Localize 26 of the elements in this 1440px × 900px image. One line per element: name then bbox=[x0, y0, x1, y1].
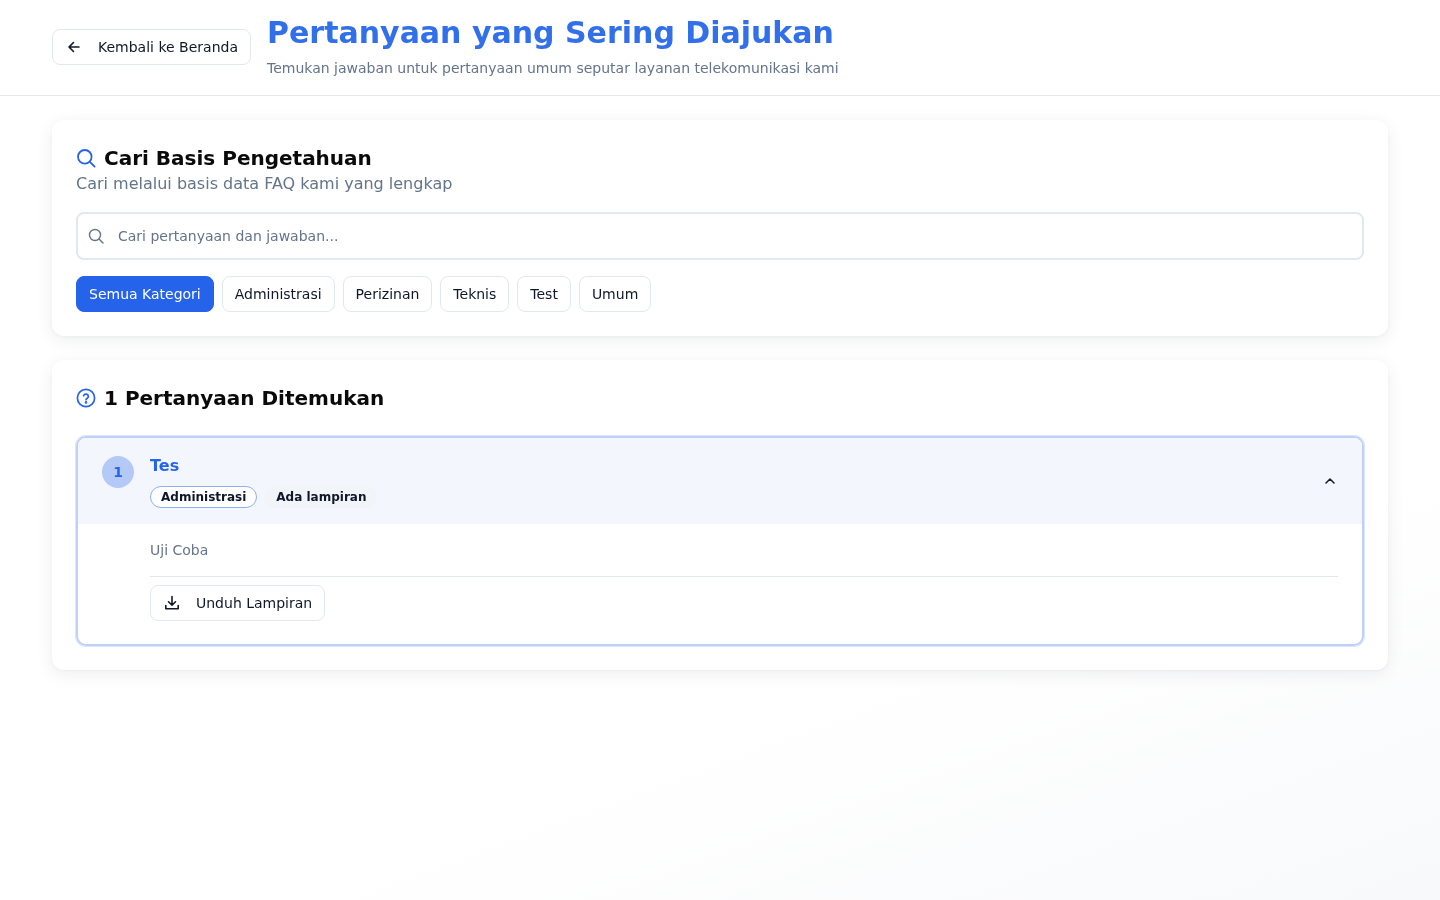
category-chip[interactable]: Teknis bbox=[440, 276, 510, 312]
download-button[interactable]: Unduh Lampiran bbox=[150, 585, 326, 621]
help-circle-icon bbox=[76, 388, 96, 408]
answer-text: Uji Coba bbox=[150, 541, 210, 560]
arrow-left-icon bbox=[66, 39, 82, 55]
question-title: Tes bbox=[150, 455, 180, 477]
chevron-up-icon[interactable] bbox=[1325, 478, 1335, 484]
search-field[interactable]: Cari pertanyaan dan jawaban... bbox=[76, 212, 1364, 260]
results-heading: 1 Pertanyaan Ditemukan bbox=[104, 385, 385, 412]
search-icon bbox=[76, 148, 96, 168]
back-button[interactable]: Kembali ke Beranda bbox=[52, 29, 251, 65]
page-subtitle: Temukan jawaban untuk pertanyaan umum seputar layanan telekomunikasi kami bbox=[267, 59, 839, 78]
category-chip[interactable]: Administrasi bbox=[221, 276, 335, 312]
category-chip[interactable]: Test bbox=[517, 276, 571, 312]
attachment-tag: Ada lampiran bbox=[265, 486, 378, 508]
category-chip[interactable]: Umum bbox=[578, 276, 652, 312]
search-icon bbox=[88, 228, 104, 244]
card-subtitle: Cari melalui basis data FAQ kami yang lengkap bbox=[76, 173, 454, 195]
category-tag: Administrasi bbox=[150, 486, 258, 508]
number-badge: 1 bbox=[102, 456, 134, 488]
download-icon bbox=[164, 595, 180, 611]
question-header[interactable]: 1 Tes Administrasi Ada lampiran bbox=[78, 438, 1362, 524]
category-chip[interactable]: Semua Kategori bbox=[76, 276, 214, 312]
page-title: Pertanyaan yang Sering Diajukan bbox=[267, 14, 835, 52]
card-title: Cari Basis Pengetahuan bbox=[104, 145, 372, 172]
category-chip[interactable]: Perizinan bbox=[342, 276, 433, 312]
